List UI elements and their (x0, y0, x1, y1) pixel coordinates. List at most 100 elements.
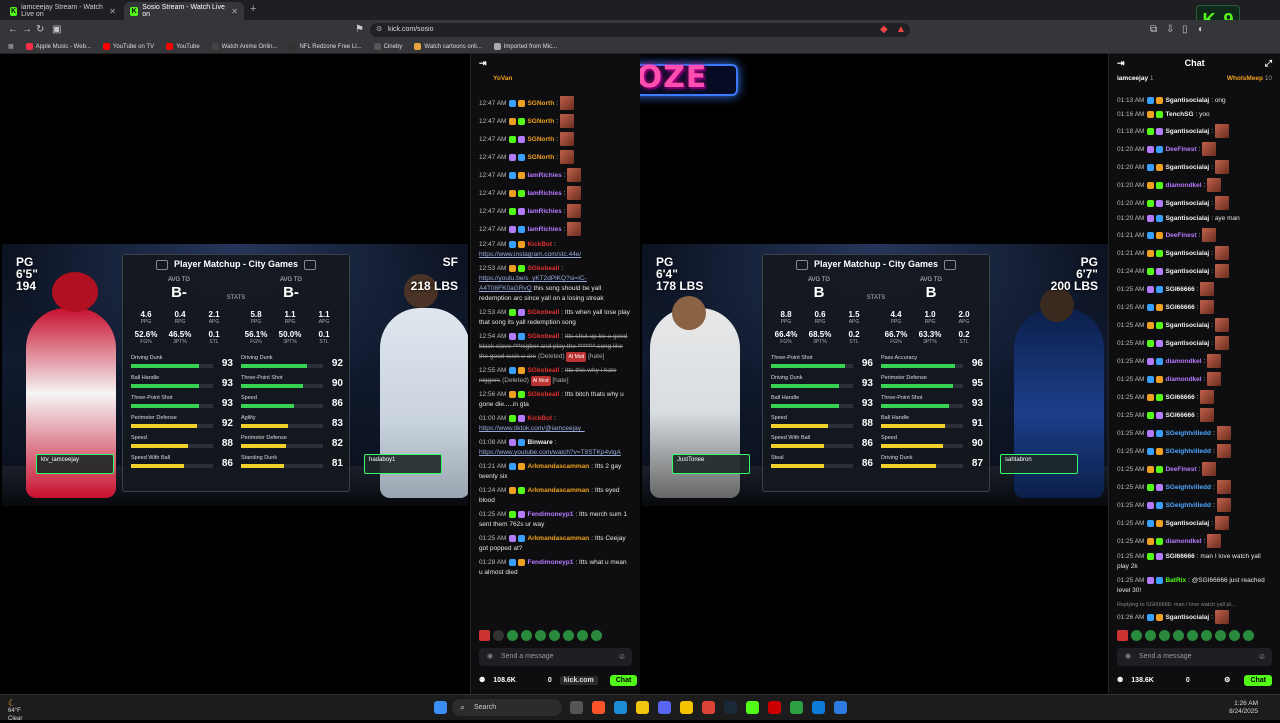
chat-message[interactable]: 01:25 AM SGeightvilledd: (1117, 444, 1272, 458)
task-view-icon[interactable] (570, 701, 583, 714)
chat-message[interactable]: 01:25 AM Sgantisocialaj: (1117, 336, 1272, 350)
chat-button[interactable]: Chat (1244, 674, 1272, 686)
message-username[interactable]: Arkmandascamman (527, 487, 589, 494)
emote-icon[interactable] (563, 630, 574, 641)
emote-icon[interactable] (535, 630, 546, 641)
edge-icon[interactable] (614, 701, 627, 714)
chat-message[interactable]: 12:47 AM IamRichies: (479, 204, 632, 218)
bookmark-item[interactable]: Imported from Mic... (493, 43, 557, 50)
emote-icon[interactable] (1131, 630, 1142, 641)
chat-message[interactable]: 12:53 AM SGkobeall: Itts when yall lose p… (479, 308, 632, 328)
split-view-icon[interactable]: ▯ (1182, 24, 1188, 35)
message-username[interactable]: SGI66666 (1165, 286, 1194, 293)
bookmark-icon[interactable]: ⚑ (355, 24, 364, 35)
mini-tab[interactable]: kick.com (559, 675, 598, 685)
brave-icon[interactable] (592, 701, 605, 714)
emote-icon[interactable] (577, 630, 588, 641)
chat-message[interactable]: 01:25 AM SGI66666: (1117, 282, 1272, 296)
message-username[interactable]: SGNorth (527, 136, 554, 143)
bookmark-item[interactable]: Cineby (373, 43, 402, 50)
message-username[interactable]: BatRix (1165, 577, 1186, 584)
bookmark-item[interactable]: Watch Anime Onlin... (211, 43, 277, 50)
bookmark-item[interactable]: YouTube on TV (102, 43, 154, 50)
message-username[interactable]: Sgantisocialaj (1165, 322, 1209, 329)
message-username[interactable]: SGkobeall (527, 391, 559, 398)
chat-message[interactable]: 12:53 AM SGkobeall: https://youtu.be/s_yK… (479, 264, 632, 304)
message-username[interactable]: SGI66666 (1165, 412, 1194, 419)
chat-message[interactable]: 01:25 AM BatRix: @SGI66666 just reached l… (1117, 576, 1272, 596)
emoji-icon[interactable]: ☺ (1258, 648, 1266, 666)
chat-message[interactable]: 01:25 AM SGeightvilledd: (1117, 498, 1272, 512)
chat-message[interactable]: 01:25 AM Arkmandascamman: Itts Ceejay got… (479, 534, 632, 554)
taskbar-search[interactable]: Search (452, 699, 562, 716)
message-link[interactable]: https://www.tiktok.com/@iamceejay_ (479, 425, 585, 432)
back-icon[interactable]: ← (8, 24, 18, 35)
message-username[interactable]: IamRichies (527, 172, 561, 179)
chat-message[interactable]: 12:47 AM SGNorth: (479, 114, 632, 128)
chat-message[interactable]: Replying to SGI66666: man I love watch y… (1117, 600, 1272, 624)
chat-message[interactable]: 12:47 AM SGNorth: (479, 132, 632, 146)
sidebar-icon[interactable]: ▣ (52, 24, 61, 35)
send-message-input[interactable]: Send a message ☺ (479, 648, 632, 666)
message-username[interactable]: SGkobeall (527, 309, 559, 316)
url-field[interactable]: kick.com/sosio (370, 23, 910, 37)
new-tab-button[interactable]: + (250, 3, 256, 15)
message-username[interactable]: SGNorth (527, 118, 554, 125)
chat-message[interactable]: 01:20 AM Sgantisocialaj: (1117, 196, 1272, 210)
message-username[interactable]: SGeightvilledd (1165, 484, 1211, 491)
bookmark-item[interactable]: Apple Music - Web... (25, 43, 91, 50)
extension-icon[interactable]: ▲ (896, 24, 906, 35)
chat-messages[interactable]: 12:47 AM SGNorth: 12:47 AM SGNorth: 12:47 … (471, 96, 640, 628)
tab-sosio[interactable]: K Sosio Stream - Watch Live on ✕ (124, 2, 244, 20)
forward-icon[interactable]: → (22, 24, 32, 35)
chat-message[interactable]: 01:25 AM diamondkel: (1117, 372, 1272, 386)
message-username[interactable]: Arkmandascamman (527, 535, 589, 542)
chat-message[interactable]: 01:25 AM SGeightvilledd: (1117, 480, 1272, 494)
emote-icon[interactable] (1187, 630, 1198, 641)
extensions-icon[interactable]: ⧉ (1150, 24, 1157, 35)
message-username[interactable]: DeeFinest (1165, 146, 1196, 153)
bookmark-item[interactable]: NFL Redzone Free Li... (289, 43, 362, 50)
chat-message[interactable]: 12:47 AM IamRichies: (479, 186, 632, 200)
popout-icon[interactable]: ⤢ (1265, 58, 1272, 69)
emote-icon[interactable] (1145, 630, 1156, 641)
settings-icon[interactable]: ⚙ (1224, 676, 1230, 684)
chat-message[interactable]: 12:55 AM SGkobeall: Itts this why i hate … (479, 366, 632, 386)
chat-message[interactable]: 01:25 AM Fendimoneyp1: Itts merch sum 1 s… (479, 510, 632, 530)
chat-message[interactable]: 01:24 AM Sgantisocialaj: (1117, 264, 1272, 278)
message-username[interactable]: IamRichies (527, 226, 561, 233)
message-username[interactable]: IamRichies (527, 190, 561, 197)
chat-message[interactable]: 01:16 AM TenchSG: yoo (1117, 110, 1272, 120)
chat-message[interactable]: 01:25 AM Sgantisocialaj: (1117, 516, 1272, 530)
message-username[interactable]: SGeightvilledd (1165, 430, 1211, 437)
app-icon[interactable] (790, 701, 803, 714)
emote-icon[interactable] (1215, 630, 1226, 641)
chat-message[interactable]: 01:18 AM Sgantisocialaj: (1117, 124, 1272, 138)
emoji-icon[interactable]: ☺ (618, 648, 626, 666)
message-username[interactable]: SGkobeall (527, 333, 559, 340)
emote-icon[interactable] (479, 630, 490, 641)
message-username[interactable]: SGeightvilledd (1165, 502, 1211, 509)
message-username[interactable]: Sgantisocialaj (1165, 268, 1209, 275)
close-icon[interactable]: ✕ (109, 7, 116, 16)
chat-message[interactable]: 01:20 AM DeeFinest: (1117, 142, 1272, 156)
chat-message[interactable]: 01:13 AM Sgantisocialaj: ong (1117, 96, 1272, 106)
chat-message[interactable]: 01:24 AM Arkmandascamman: Itts eyed blood (479, 486, 632, 506)
emote-icon[interactable] (591, 630, 602, 641)
chat-messages[interactable]: 01:13 AM Sgantisocialaj: ong 01:16 AM Tench… (1109, 96, 1280, 628)
chat-message[interactable]: 01:25 AM diamondkel: (1117, 354, 1272, 368)
chat-message[interactable]: 01:20 AM Sgantisocialaj: aye man (1117, 214, 1272, 224)
chat-message[interactable]: 01:25 AM SGI66666: man I love watch yall … (1117, 552, 1272, 572)
right-stream-video[interactable]: PG 6'4" 178 LBS PG 6'7" 200 LBS Player M… (642, 54, 1108, 694)
message-username[interactable]: KickBot (527, 415, 552, 422)
pinned-left[interactable]: iamceejay 1 (1117, 75, 1154, 82)
message-username[interactable]: Fendimoneyp1 (527, 559, 573, 566)
emote-icon[interactable] (1159, 630, 1170, 641)
message-username[interactable]: SGeightvilledd (1165, 448, 1211, 455)
start-icon[interactable] (434, 701, 447, 714)
collapse-chat-icon[interactable]: ⇥ (1117, 58, 1125, 69)
left-stream-video[interactable]: PG 6'5" 194 SF 218 LBS Player Matchup - … (0, 54, 470, 694)
message-username[interactable]: SGI66666 (1165, 304, 1194, 311)
bookmark-item[interactable]: Watch cartoons onli... (414, 43, 482, 50)
emote-icon[interactable] (1173, 630, 1184, 641)
